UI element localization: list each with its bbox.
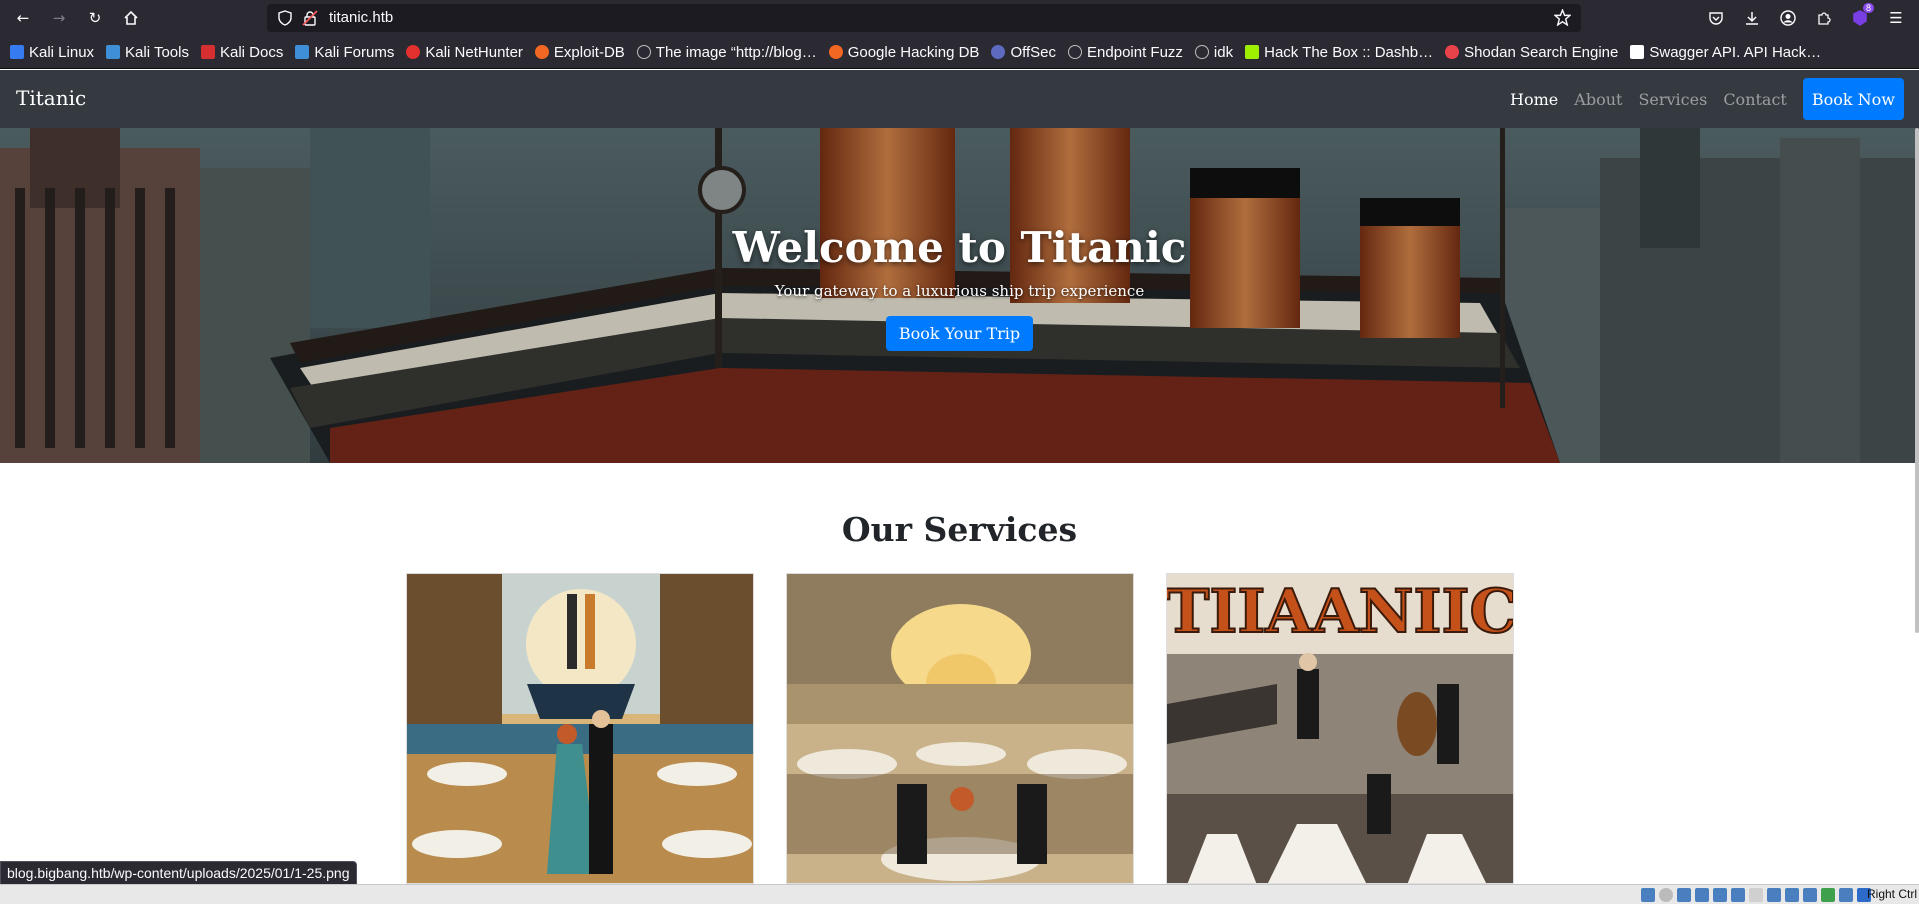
bookmark-label: Kali Tools xyxy=(125,43,189,61)
bookmark-swagger-api[interactable]: Swagger API. API Hack… xyxy=(1630,44,1821,61)
vm-video-capture-icon[interactable] xyxy=(1767,888,1781,902)
services-heading: Our Services xyxy=(841,510,1078,549)
service-image-ballroom-dance xyxy=(406,573,754,884)
reload-icon[interactable]: ↻ xyxy=(84,7,106,29)
nav-services[interactable]: Services xyxy=(1638,90,1707,109)
vm-mouse-integration-icon[interactable] xyxy=(1839,888,1853,902)
pocket-icon[interactable] xyxy=(1705,7,1727,29)
account-icon[interactable] xyxy=(1777,7,1799,29)
insecure-lock-icon[interactable] xyxy=(302,10,318,30)
service-image-entertainment-poster: TIIAANIIC xyxy=(1166,573,1514,884)
vm-status-bar: Right Ctrl xyxy=(0,884,1919,904)
htb-cube-icon xyxy=(1245,45,1260,59)
nav-home[interactable]: Home xyxy=(1510,90,1558,109)
tracking-shield-icon[interactable] xyxy=(277,10,293,30)
exploit-db-icon xyxy=(534,45,549,59)
bookmark-label: Kali NetHunter xyxy=(425,43,523,61)
hero-content: Welcome to Titanic Your gateway to a lux… xyxy=(0,223,1919,351)
poster-title-text: TIIAANIIC xyxy=(1167,577,1514,647)
vm-network-icon[interactable] xyxy=(1695,888,1709,902)
bookmark-label: Kali Forums xyxy=(314,43,395,61)
vm-audio-icon[interactable] xyxy=(1677,888,1691,902)
bookmark-image-blog[interactable]: The image “http://blog… xyxy=(636,43,817,61)
vm-optical-icon[interactable] xyxy=(1659,888,1673,902)
bookmark-google-hacking-db[interactable]: Google Hacking DB xyxy=(828,43,980,61)
browser-toolbar: ← → ↻ titanic.htb 8 ☰ xyxy=(0,0,1919,36)
bookmark-idk[interactable]: idk xyxy=(1194,43,1234,61)
book-your-trip-button[interactable]: Book Your Trip xyxy=(885,316,1034,351)
bookmark-shodan[interactable]: Shodan Search Engine xyxy=(1445,44,1618,61)
vm-shared-folder-icon[interactable] xyxy=(1731,888,1745,902)
kali-tools-icon xyxy=(106,45,121,59)
hero-section: Welcome to Titanic Your gateway to a lux… xyxy=(0,128,1919,463)
bookmark-label: Shodan Search Engine xyxy=(1464,43,1619,61)
bookmark-label: idk xyxy=(1213,43,1234,61)
link-status-tooltip: blog.bigbang.htb/wp-content/uploads/2025… xyxy=(0,861,357,885)
bookmark-hack-the-box[interactable]: Hack The Box :: Dashb… xyxy=(1245,44,1433,61)
bookmark-label: Swagger API. API Hack… xyxy=(1649,43,1822,61)
home-icon[interactable] xyxy=(120,7,142,29)
bookmark-endpoint-fuzz[interactable]: Endpoint Fuzz xyxy=(1068,44,1183,61)
vm-host-key-label: Right Ctrl xyxy=(1866,887,1917,901)
extensions-puzzle-icon[interactable] xyxy=(1813,7,1835,29)
bookmark-kali-linux[interactable]: Kali Linux xyxy=(10,44,94,61)
medium-icon xyxy=(1630,45,1645,59)
toolbar-right: 8 ☰ xyxy=(1705,0,1919,36)
address-bar[interactable]: titanic.htb xyxy=(267,4,1581,32)
kali-docs-icon xyxy=(200,45,215,59)
nav-links: Home About Services Contact Book Now xyxy=(1510,78,1919,120)
globe-icon xyxy=(636,45,651,59)
bookmark-kali-tools[interactable]: Kali Tools xyxy=(106,44,189,61)
bookmark-kali-nethunter[interactable]: Kali NetHunter xyxy=(406,44,523,61)
vm-guest-additions-icon[interactable] xyxy=(1821,888,1835,902)
vm-usb-icon[interactable] xyxy=(1713,888,1727,902)
site-brand[interactable]: Titanic xyxy=(16,86,86,110)
vm-disk-icon[interactable] xyxy=(1641,888,1655,902)
vm-device-icons xyxy=(1641,888,1871,902)
nav-contact[interactable]: Contact xyxy=(1723,90,1787,109)
back-icon[interactable]: ← xyxy=(12,7,34,29)
offsec-icon xyxy=(991,45,1006,59)
page-scrollbar[interactable] xyxy=(1915,128,1919,633)
bookmarks-toolbar: Kali Linux Kali Tools Kali Docs Kali For… xyxy=(0,36,1919,69)
bookmark-label: Hack The Box :: Dashb… xyxy=(1264,43,1434,61)
bookmark-kali-docs[interactable]: Kali Docs xyxy=(200,43,284,61)
nav-about[interactable]: About xyxy=(1574,90,1622,109)
forward-icon[interactable]: → xyxy=(48,7,70,29)
bookmark-exploit-db[interactable]: Exploit-DB xyxy=(534,43,625,61)
bookmark-star-icon[interactable] xyxy=(1553,8,1572,30)
nethunter-icon xyxy=(406,45,421,59)
vm-cpu-icon[interactable] xyxy=(1803,888,1817,902)
vm-recording-icon[interactable] xyxy=(1785,888,1799,902)
extension-badge-icon[interactable]: 8 xyxy=(1849,3,1874,29)
hero-subtitle: Your gateway to a luxurious ship trip ex… xyxy=(774,282,1145,300)
bookmark-kali-forums[interactable]: Kali Forums xyxy=(295,44,394,61)
kali-dragon-icon xyxy=(10,45,24,59)
bookmark-label: Endpoint Fuzz xyxy=(1087,43,1183,61)
bookmark-label: Exploit-DB xyxy=(553,43,625,61)
hero-title: Welcome to Titanic xyxy=(732,223,1187,272)
globe-icon xyxy=(1068,45,1083,59)
shodan-icon xyxy=(1445,45,1460,59)
url-text[interactable]: titanic.htb xyxy=(329,9,393,26)
ghdb-icon xyxy=(828,45,843,59)
bookmark-label: Kali Linux xyxy=(29,43,95,61)
site-navbar: Titanic Home About Services Contact Book… xyxy=(0,70,1919,128)
bookmark-label: Kali Docs xyxy=(219,43,284,61)
downloads-icon[interactable] xyxy=(1741,7,1763,29)
service-image-dining-hall xyxy=(786,573,1134,884)
bookmark-offsec[interactable]: OffSec xyxy=(991,44,1056,61)
vm-display-icon[interactable] xyxy=(1749,888,1763,902)
bookmark-label: The image “http://blog… xyxy=(655,43,817,61)
globe-icon xyxy=(1194,45,1209,59)
extension-badge-count: 8 xyxy=(1862,3,1874,13)
menu-hamburger-icon[interactable]: ☰ xyxy=(1885,7,1907,29)
bookmark-label: OffSec xyxy=(1010,43,1057,61)
bookmark-label: Google Hacking DB xyxy=(847,43,980,61)
kali-forums-icon xyxy=(295,45,310,59)
book-now-button[interactable]: Book Now xyxy=(1802,78,1904,120)
